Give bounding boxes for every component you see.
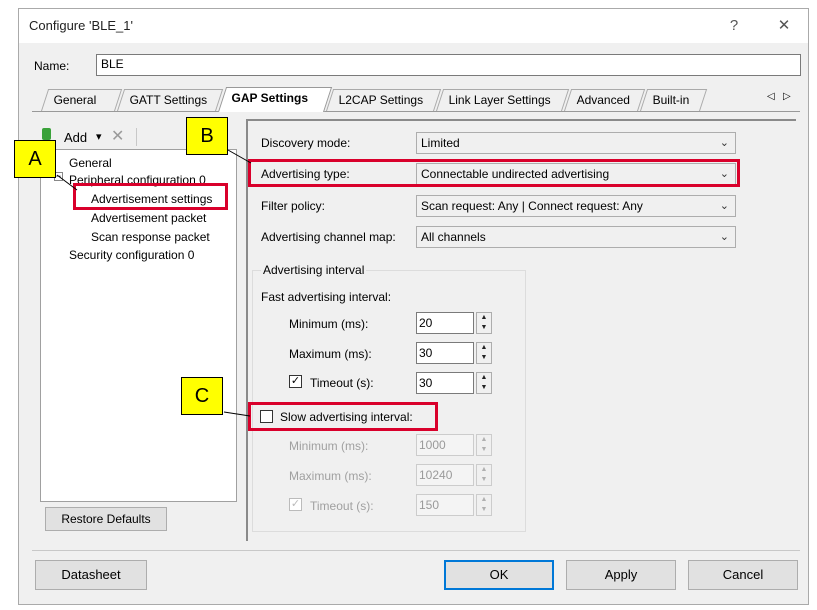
callout-leaders [56, 149, 252, 417]
callout-c: C [181, 377, 223, 415]
callout-b-leader [227, 149, 252, 164]
callout-b: B [186, 117, 228, 155]
callout-a-leader [56, 174, 78, 191]
callout-c-leader [223, 411, 251, 417]
callout-a: A [14, 140, 56, 178]
